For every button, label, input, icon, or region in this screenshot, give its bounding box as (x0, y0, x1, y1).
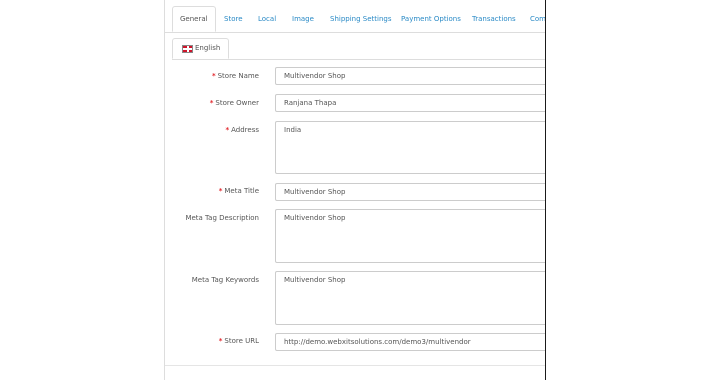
address-label: * Address (225, 126, 259, 134)
required-marker: * (211, 72, 216, 80)
tab-general[interactable]: General (172, 6, 216, 32)
meta-tag-keywords-textarea[interactable]: Multivendor Shop (275, 271, 545, 325)
store-url-input[interactable]: http://demo.webxitsolutions.com/demo3/mu… (275, 333, 545, 351)
tab-payment-options[interactable]: Payment Options (401, 6, 461, 32)
settings-tabs: General Store Local Image Shipping Setti… (165, 6, 545, 33)
tab-transactions[interactable]: Transactions (472, 6, 516, 32)
store-name-input[interactable]: Multivendor Shop (275, 67, 545, 85)
required-marker: * (218, 337, 223, 345)
language-tab-label: English (195, 44, 221, 52)
meta-tag-keywords-label: Meta Tag Keywords (191, 276, 259, 284)
meta-title-input[interactable]: Multivendor Shop (275, 183, 545, 201)
language-tabs: English (172, 38, 545, 60)
meta-tag-description-label: Meta Tag Description (185, 214, 259, 222)
meta-tag-description-textarea[interactable]: Multivendor Shop (275, 209, 545, 263)
required-marker: * (218, 187, 223, 195)
required-marker: * (225, 126, 230, 134)
settings-panel: General Store Local Image Shipping Setti… (164, 0, 546, 380)
tab-store[interactable]: Store (224, 6, 243, 32)
uk-flag-icon (182, 44, 193, 53)
required-marker: * (209, 99, 214, 107)
tab-local[interactable]: Local (258, 6, 276, 32)
tab-shipping-settings[interactable]: Shipping Settings (330, 6, 391, 32)
store-name-label: * Store Name (211, 72, 259, 80)
divider (165, 365, 545, 366)
address-textarea[interactable]: India (275, 121, 545, 174)
tab-com[interactable]: Com (530, 6, 545, 32)
language-tab-english[interactable]: English (172, 38, 230, 59)
store-url-label: * Store URL (218, 337, 259, 345)
store-owner-label: * Store Owner (209, 99, 259, 107)
meta-title-label: * Meta Title (218, 187, 259, 195)
tab-image[interactable]: Image (292, 6, 314, 32)
store-owner-input[interactable]: Ranjana Thapa (275, 94, 545, 112)
